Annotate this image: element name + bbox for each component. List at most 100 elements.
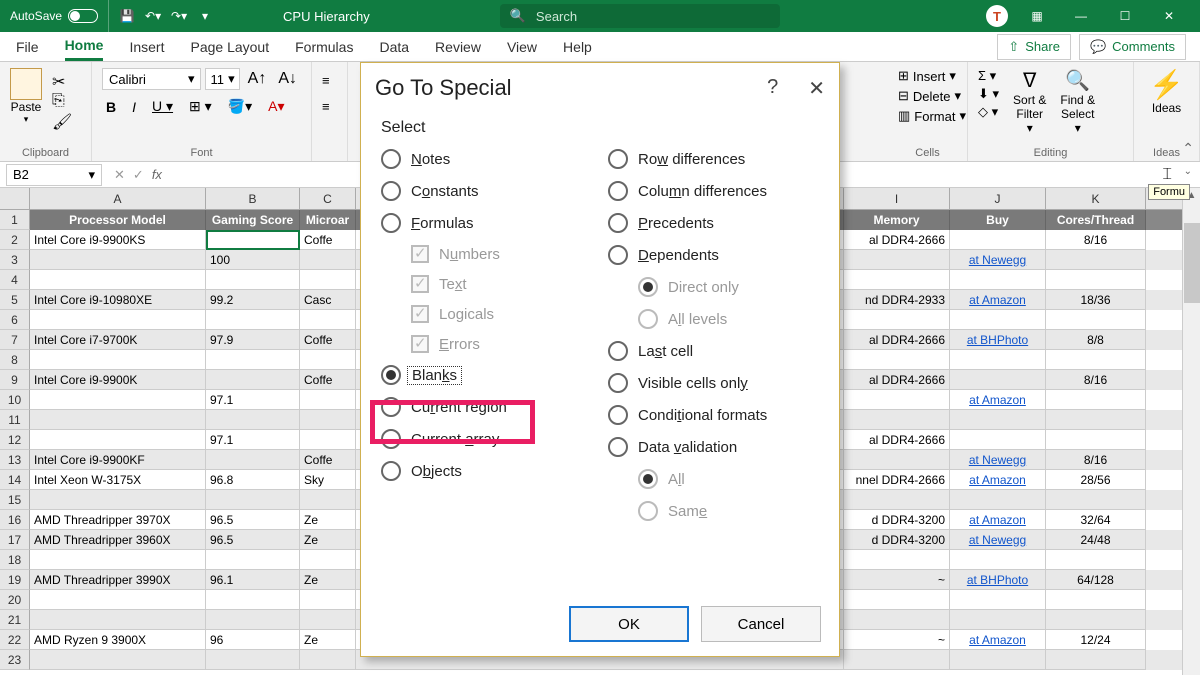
cell[interactable]: [950, 350, 1046, 370]
sort-filter-button[interactable]: ᐁ Sort &Filter ▾: [1013, 68, 1046, 135]
cell[interactable]: [206, 350, 300, 370]
row-header[interactable]: 8: [0, 350, 30, 370]
cell[interactable]: Casc: [300, 290, 356, 310]
search-input[interactable]: 🔍 Search: [500, 4, 780, 28]
cell[interactable]: nd DDR4-2933: [844, 290, 950, 310]
cell[interactable]: [300, 250, 356, 270]
buy-link[interactable]: at Amazon: [969, 473, 1026, 487]
tab-data[interactable]: Data: [379, 35, 409, 59]
cell[interactable]: d DDR4-3200: [844, 510, 950, 530]
fill-color-button[interactable]: 🪣▾: [224, 96, 256, 117]
radio-option-last-cell[interactable]: Last cell: [608, 341, 819, 361]
row-header[interactable]: 10: [0, 390, 30, 410]
cell[interactable]: [1046, 650, 1146, 670]
cell[interactable]: [30, 250, 206, 270]
cell[interactable]: AMD Threadripper 3960X: [30, 530, 206, 550]
copy-icon[interactable]: ⎘: [52, 92, 70, 108]
cell[interactable]: [1046, 490, 1146, 510]
font-size-select[interactable]: 11▾: [205, 68, 239, 90]
tab-insert[interactable]: Insert: [129, 35, 164, 59]
buy-link[interactable]: at Amazon: [969, 633, 1026, 647]
row-header[interactable]: 18: [0, 550, 30, 570]
row-header[interactable]: 13: [0, 450, 30, 470]
insert-cells-button[interactable]: ⊞Insert ▾: [898, 68, 957, 84]
cell[interactable]: Coffe: [300, 330, 356, 350]
cell[interactable]: [206, 310, 300, 330]
cell[interactable]: [844, 590, 950, 610]
avatar[interactable]: T: [986, 5, 1008, 27]
radio-option-precedents[interactable]: Precedents: [608, 213, 819, 233]
header-processor[interactable]: Processor Model: [30, 210, 206, 230]
bold-button[interactable]: B: [102, 97, 120, 117]
col-header-b[interactable]: B: [206, 188, 300, 209]
cell[interactable]: Intel Core i7-9700K: [30, 330, 206, 350]
tab-formulas[interactable]: Formulas: [295, 35, 353, 59]
ribbon-display-icon[interactable]: ▦: [1022, 1, 1052, 31]
cell[interactable]: ~: [844, 570, 950, 590]
radio-option-data-validation[interactable]: Data validation: [608, 437, 819, 457]
expand-formula-bar-icon[interactable]: ⌄: [1184, 166, 1192, 177]
col-header-i[interactable]: I: [844, 188, 950, 209]
font-color-button[interactable]: A▾: [264, 96, 288, 117]
cell[interactable]: [30, 590, 206, 610]
row-header[interactable]: 12: [0, 430, 30, 450]
fx-icon[interactable]: fx: [152, 167, 162, 182]
row-header[interactable]: 9: [0, 370, 30, 390]
cell[interactable]: 97.1: [206, 430, 300, 450]
cell[interactable]: [1046, 250, 1146, 270]
cell[interactable]: Coffe: [300, 450, 356, 470]
col-header-c[interactable]: C: [300, 188, 356, 209]
cell[interactable]: 8/16: [1046, 230, 1146, 250]
cell[interactable]: al DDR4-2666: [844, 430, 950, 450]
radio-option-objects[interactable]: Objects: [381, 461, 592, 481]
cell[interactable]: [1046, 270, 1146, 290]
cell[interactable]: at Newegg: [950, 250, 1046, 270]
cell[interactable]: [206, 230, 300, 250]
cell[interactable]: [950, 590, 1046, 610]
col-header-j[interactable]: J: [950, 188, 1046, 209]
close-icon[interactable]: ✕: [1154, 1, 1184, 31]
row-header[interactable]: 22: [0, 630, 30, 650]
save-icon[interactable]: 💾: [119, 8, 135, 24]
radio-option-current-array[interactable]: Current array: [381, 429, 592, 449]
find-select-button[interactable]: 🔍 Find &Select ▾: [1060, 68, 1095, 135]
row-header[interactable]: 15: [0, 490, 30, 510]
col-header-k[interactable]: K: [1046, 188, 1146, 209]
cell[interactable]: AMD Ryzen 9 3900X: [30, 630, 206, 650]
row-header[interactable]: 14: [0, 470, 30, 490]
col-header-a[interactable]: A: [30, 188, 206, 209]
header-buy[interactable]: Buy: [950, 210, 1046, 230]
ideas-button[interactable]: Ideas: [1144, 101, 1189, 115]
header-gaming[interactable]: Gaming Score: [206, 210, 300, 230]
minimize-icon[interactable]: —: [1066, 1, 1096, 31]
row-header[interactable]: 17: [0, 530, 30, 550]
row-header[interactable]: 11: [0, 410, 30, 430]
cell[interactable]: Ze: [300, 510, 356, 530]
cell[interactable]: [844, 450, 950, 470]
cell[interactable]: [950, 650, 1046, 670]
cell[interactable]: [206, 370, 300, 390]
radio-option-constants[interactable]: Constants: [381, 181, 592, 201]
collapse-ribbon-icon[interactable]: ⌃: [1182, 140, 1194, 157]
cell[interactable]: Ze: [300, 570, 356, 590]
cell[interactable]: [1046, 610, 1146, 630]
help-icon[interactable]: ?: [767, 76, 778, 101]
autosave-toggle[interactable]: AutoSave: [0, 0, 109, 32]
cell[interactable]: 8/16: [1046, 450, 1146, 470]
cell[interactable]: [206, 270, 300, 290]
cell[interactable]: [30, 650, 206, 670]
qat-customize-icon[interactable]: ▾: [197, 8, 213, 24]
delete-cells-button[interactable]: ⊟Delete ▾: [898, 88, 957, 104]
header-cores[interactable]: Cores/Thread: [1046, 210, 1146, 230]
cell[interactable]: [30, 270, 206, 290]
tab-help[interactable]: Help: [563, 35, 592, 59]
cell[interactable]: at Amazon: [950, 630, 1046, 650]
cell[interactable]: [950, 430, 1046, 450]
header-memory[interactable]: Memory: [844, 210, 950, 230]
cell[interactable]: [30, 550, 206, 570]
autosum-icon[interactable]: Σ ▾: [978, 68, 999, 84]
cell[interactable]: [950, 370, 1046, 390]
cell[interactable]: Intel Core i9-9900K: [30, 370, 206, 390]
cell[interactable]: [300, 390, 356, 410]
cell[interactable]: [300, 430, 356, 450]
